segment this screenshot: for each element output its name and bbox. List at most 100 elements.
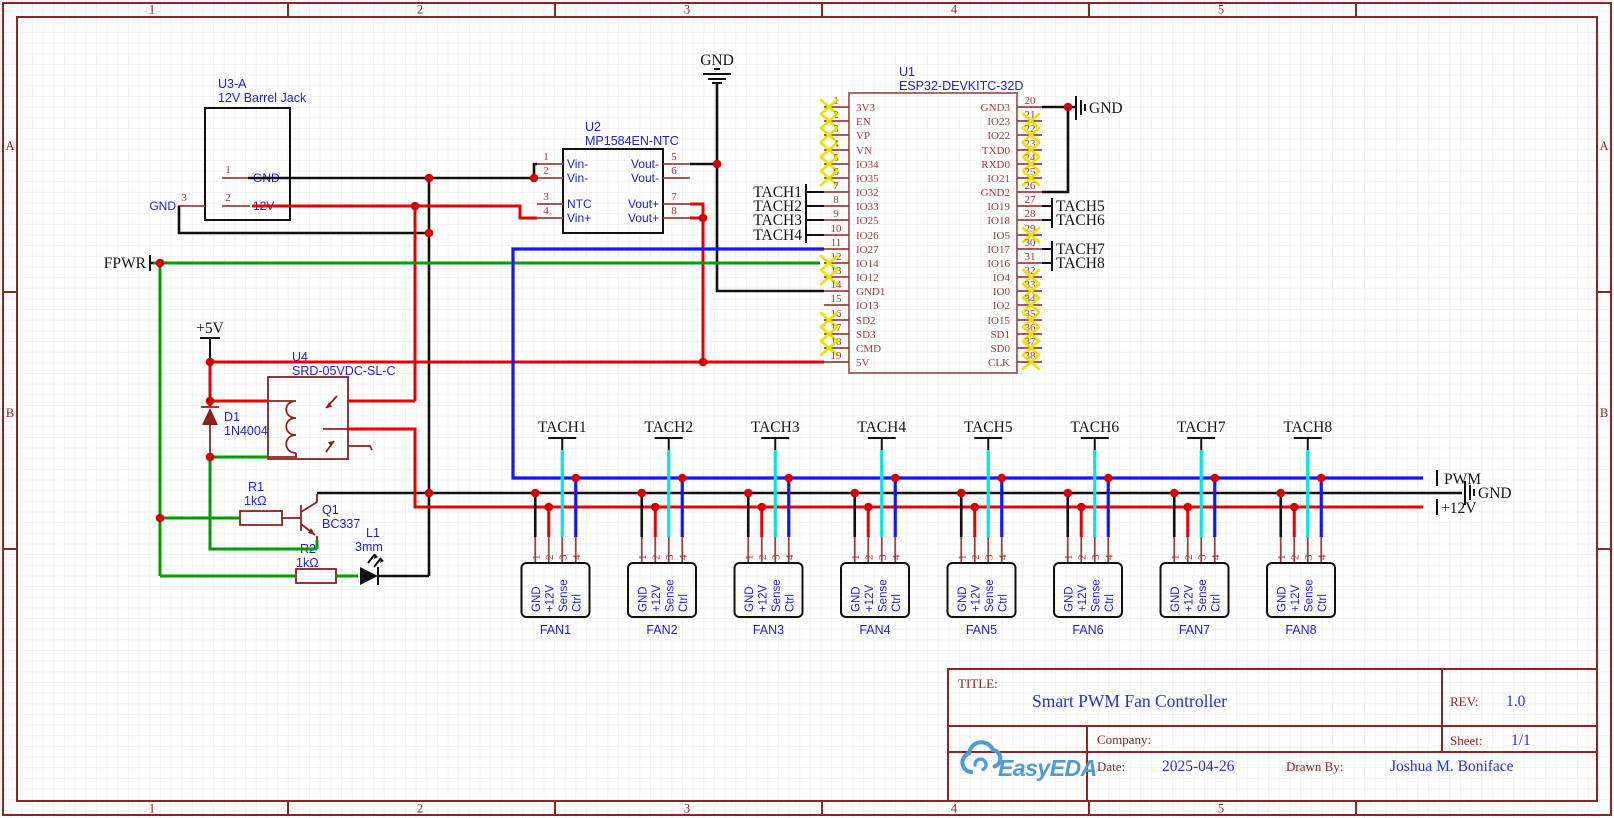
net-flag-tach-fan[interactable]	[974, 438, 1002, 450]
net-flag-tach-fan[interactable]	[548, 438, 576, 450]
net-flag-tach[interactable]	[1042, 255, 1052, 271]
net-flag-pwm[interactable]: PWM	[1437, 470, 1481, 488]
schematic-canvas[interactable]: U3-A 12V Barrel Jack 1 2 3 GND 12V GND U…	[0, 0, 1614, 818]
fan-pin-name: +12V	[1077, 584, 1089, 612]
u2-pin-name: Vout+	[628, 211, 659, 225]
net-flag-tach-fan[interactable]	[761, 438, 789, 450]
junction-dot	[1183, 503, 1192, 512]
junction-dot	[544, 503, 553, 512]
q1-ref: Q1	[322, 503, 339, 517]
fan-label: FAN7	[1179, 623, 1210, 637]
junction-dot	[997, 474, 1006, 483]
net-flag-fpwr[interactable]: FPWR	[104, 255, 150, 272]
net-flag-tach[interactable]	[806, 212, 824, 228]
u1-pin-name: TXD0	[982, 145, 1011, 157]
junction-dot	[1276, 489, 1285, 498]
component-u2-buck-converter[interactable]: U2 MP1584EN-NTC 1 2 3 4 5 6 7 8 Vin- Vin…	[537, 120, 690, 233]
ruler-column-number: 4	[951, 802, 958, 816]
net-flag-tach-fan[interactable]	[1081, 438, 1109, 450]
relay-coil	[268, 401, 296, 457]
fan-pin-name: GND	[744, 586, 756, 612]
ruler-row-letter: A	[1599, 139, 1608, 153]
u1-pin-number: 11	[831, 237, 842, 249]
u1-pin-name: SD0	[990, 343, 1010, 355]
u1-pin-number: 20	[1025, 95, 1037, 107]
net-flag-tach[interactable]	[1042, 212, 1052, 228]
fan-label: FAN4	[859, 623, 890, 637]
u1-pin-name: IO0	[993, 286, 1011, 298]
sheet-value: 1/1	[1511, 732, 1531, 749]
component-u4-relay[interactable]: U4 SRD-05VDC-SL-C	[268, 350, 396, 459]
fan-tach-flag-label: TACH6	[1070, 419, 1119, 436]
net-flag-tach[interactable]	[806, 184, 824, 200]
junction-dot	[1063, 489, 1072, 498]
u1-pin-name: IO17	[987, 244, 1010, 256]
net-flag-tach[interactable]	[806, 227, 824, 243]
fan-pin-number: 4	[1210, 554, 1222, 560]
net-flag-tach[interactable]	[806, 198, 824, 214]
date-value: 2025-04-26	[1162, 758, 1235, 775]
fan-pin-number: 2	[650, 555, 662, 561]
fan-pin-name: Sense	[877, 579, 889, 612]
net-flag-tach-fan[interactable]	[1187, 438, 1215, 450]
fan-pin-number: 2	[1183, 555, 1195, 561]
fan-pin-name: GND	[637, 586, 649, 612]
fan-label: FAN3	[753, 623, 784, 637]
fan-pin-number: 4	[1103, 554, 1115, 560]
u1-pin-name: VP	[856, 130, 870, 142]
power-flag-5v[interactable]: +5V	[196, 320, 224, 362]
fan-pin-name: GND	[1063, 586, 1075, 612]
wires[interactable]	[150, 84, 1462, 576]
u1-pin-name: EN	[856, 116, 871, 128]
component-d1-diode[interactable]: D1 1N4004	[201, 407, 268, 457]
tach-right-label: TACH6	[1056, 212, 1105, 229]
net-flag-tach-fan[interactable]	[655, 438, 683, 450]
schematic-title: Smart PWM Fan Controller	[1032, 691, 1227, 711]
u1-pin-name: CLK	[988, 357, 1010, 369]
fan-pin-number: 1	[1276, 555, 1288, 561]
pwm-label: PWM	[1444, 471, 1481, 488]
fpwr-label: FPWR	[104, 255, 147, 272]
net-flag-tach-fan[interactable]	[1294, 438, 1322, 450]
q1-part: BC337	[322, 517, 360, 531]
fan-pin-name: GND	[850, 586, 862, 612]
fan-pin-number: 4	[784, 554, 796, 560]
fan-pin-name: Sense	[1303, 579, 1315, 612]
fan-pin-number: 2	[863, 555, 875, 561]
u1-pin-number: 14	[831, 279, 843, 291]
fan-tach-flag-label: TACH4	[857, 419, 906, 436]
component-r1-resistor[interactable]: R1 1kΩ	[240, 480, 301, 525]
u1-pin-name: IO32	[856, 187, 879, 199]
fan-pin-number: 1	[1169, 555, 1181, 561]
u3-pin3-label: GND	[149, 199, 176, 213]
ground-flag-top[interactable]: GND	[700, 52, 734, 83]
net-flag-12v[interactable]: +12V	[1437, 499, 1477, 517]
u2-pin-name: Vout-	[631, 157, 659, 171]
net-flag-tach[interactable]	[1042, 198, 1052, 214]
u1-pin-name: IO13	[856, 300, 879, 312]
net-flag-tach-fan[interactable]	[868, 438, 896, 450]
junction-dot	[1317, 474, 1326, 483]
u1-pin-name: IO12	[856, 272, 879, 284]
junction-dot	[864, 503, 873, 512]
fan-pin-number: 3	[1196, 554, 1208, 560]
u1-pin-number: 7	[833, 180, 839, 192]
component-u3-barrel-jack[interactable]: U3-A 12V Barrel Jack 1 2 3 GND 12V GND	[149, 77, 307, 220]
date-label: Date:	[1097, 759, 1125, 774]
u2-pin-name: Vin-	[567, 171, 588, 185]
fan-pin-number: 3	[1303, 554, 1315, 560]
junction-dot	[1170, 489, 1179, 498]
u1-ref: U1	[899, 65, 915, 79]
junction-dot	[970, 503, 979, 512]
fan-pin-name: GND	[957, 586, 969, 612]
u1-pin-name: 5V	[856, 357, 870, 369]
u1-pin-name: IO33	[856, 201, 879, 213]
junction-dot	[757, 503, 766, 512]
net-flag-tach[interactable]	[1042, 241, 1052, 257]
ground-flag-u1[interactable]: GND	[1076, 96, 1123, 120]
fan-pin-number: 2	[544, 555, 556, 561]
u3-pin3-number: 3	[181, 192, 187, 204]
u1-pin-name: IO21	[987, 173, 1010, 185]
component-q1-transistor[interactable]: Q1 BC337	[301, 494, 360, 549]
ruler-column-number: 1	[149, 3, 155, 17]
